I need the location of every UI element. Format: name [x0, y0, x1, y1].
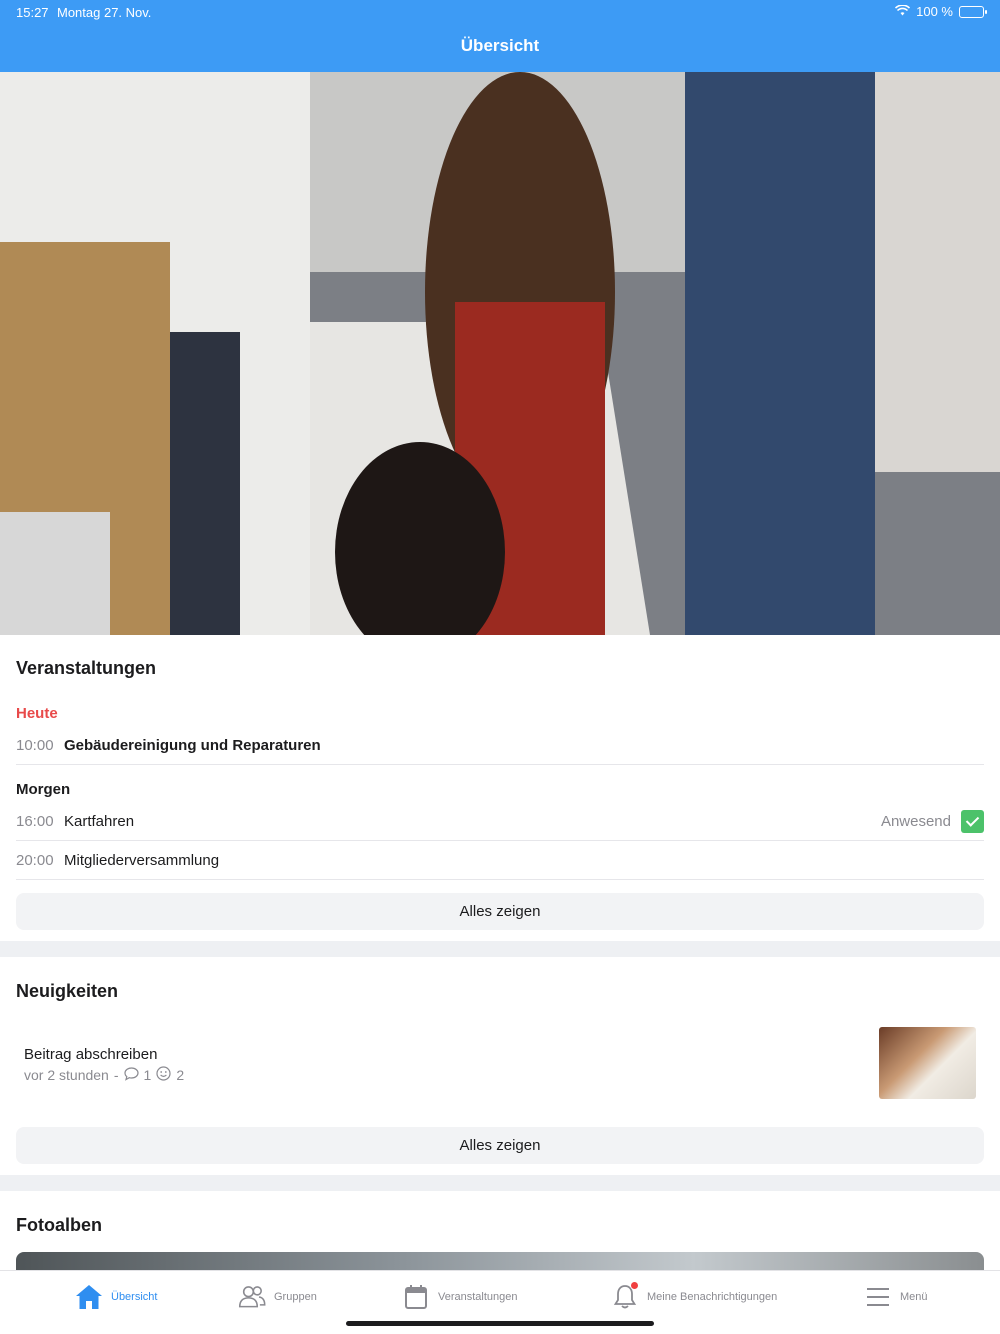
tab-label: Veranstaltungen [438, 1291, 518, 1303]
battery-icon [959, 5, 987, 18]
events-show-all-button[interactable]: Alles zeigen [16, 893, 984, 930]
tab-menu[interactable]: Menü [864, 1283, 928, 1311]
smiley-icon [156, 1066, 171, 1084]
app-header: 15:27 Montag 27. Nov. 100 % Übersicht [0, 0, 1000, 72]
post-meta: vor 2 stunden - 1 2 [24, 1066, 184, 1084]
meta-separator: - [113, 1067, 119, 1083]
tab-label: Übersicht [111, 1291, 158, 1303]
event-title: Gebäudereinigung und Reparaturen [64, 737, 321, 754]
status-time: 15:27 [16, 5, 49, 20]
event-title: Kartfahren [64, 813, 135, 830]
wifi-icon [895, 4, 911, 19]
post-title[interactable]: Beitrag abschreiben [24, 1046, 157, 1063]
post-age: vor 2 stunden [24, 1067, 109, 1083]
menu-icon [864, 1283, 892, 1311]
attendance-status[interactable]: Anwesend [881, 810, 984, 833]
tab-groups[interactable]: Gruppen [238, 1283, 317, 1311]
albums-section-title: Fotoalben [16, 1215, 102, 1235]
check-icon[interactable] [961, 810, 984, 833]
home-icon [75, 1283, 103, 1311]
section-divider [0, 941, 1000, 957]
tab-events[interactable]: Veranstaltungen [402, 1283, 518, 1311]
event-time: 10:00 [16, 737, 54, 754]
comment-count: 1 [143, 1067, 152, 1083]
status-date: Montag 27. Nov. [57, 5, 152, 20]
battery-level: 100 % [916, 4, 953, 19]
notification-badge [630, 1281, 639, 1290]
page-title: Übersicht [460, 36, 540, 55]
events-section-title: Veranstaltungen [16, 658, 157, 678]
tab-label: Meine Benachrichtigungen [647, 1291, 778, 1303]
status-indicators: 100 % [895, 4, 987, 19]
hero-image [0, 72, 1000, 635]
tab-notifications[interactable]: Meine Benachrichtigungen [611, 1281, 778, 1311]
event-time: 16:00 [16, 813, 54, 830]
event-row[interactable]: 20:00 Mitgliederversammlung [16, 842, 984, 880]
event-time: 20:00 [16, 852, 54, 869]
reaction-count: 2 [176, 1067, 185, 1083]
day-label-today: Heute [16, 705, 58, 722]
event-row[interactable]: 16:00 Kartfahren Anwesend [16, 803, 984, 841]
attendance-label: Anwesend [880, 813, 951, 830]
news-section-title: Neuigkeiten [16, 981, 119, 1001]
people-icon [238, 1283, 266, 1311]
tab-label: Menü [900, 1291, 928, 1303]
bell-icon [611, 1281, 639, 1311]
event-title: Mitgliederversammlung [64, 852, 220, 869]
event-row[interactable]: 10:00 Gebäudereinigung und Reparaturen [16, 727, 984, 765]
home-indicator [346, 1321, 654, 1326]
post-thumbnail[interactable] [879, 1027, 976, 1099]
tab-overview[interactable]: Übersicht [75, 1283, 157, 1311]
comment-icon [123, 1066, 139, 1084]
day-label-tomorrow: Morgen [16, 781, 71, 798]
section-divider [0, 1175, 1000, 1191]
news-show-all-button[interactable]: Alles zeigen [16, 1127, 984, 1164]
calendar-icon [402, 1283, 430, 1311]
tab-label: Gruppen [274, 1291, 317, 1303]
